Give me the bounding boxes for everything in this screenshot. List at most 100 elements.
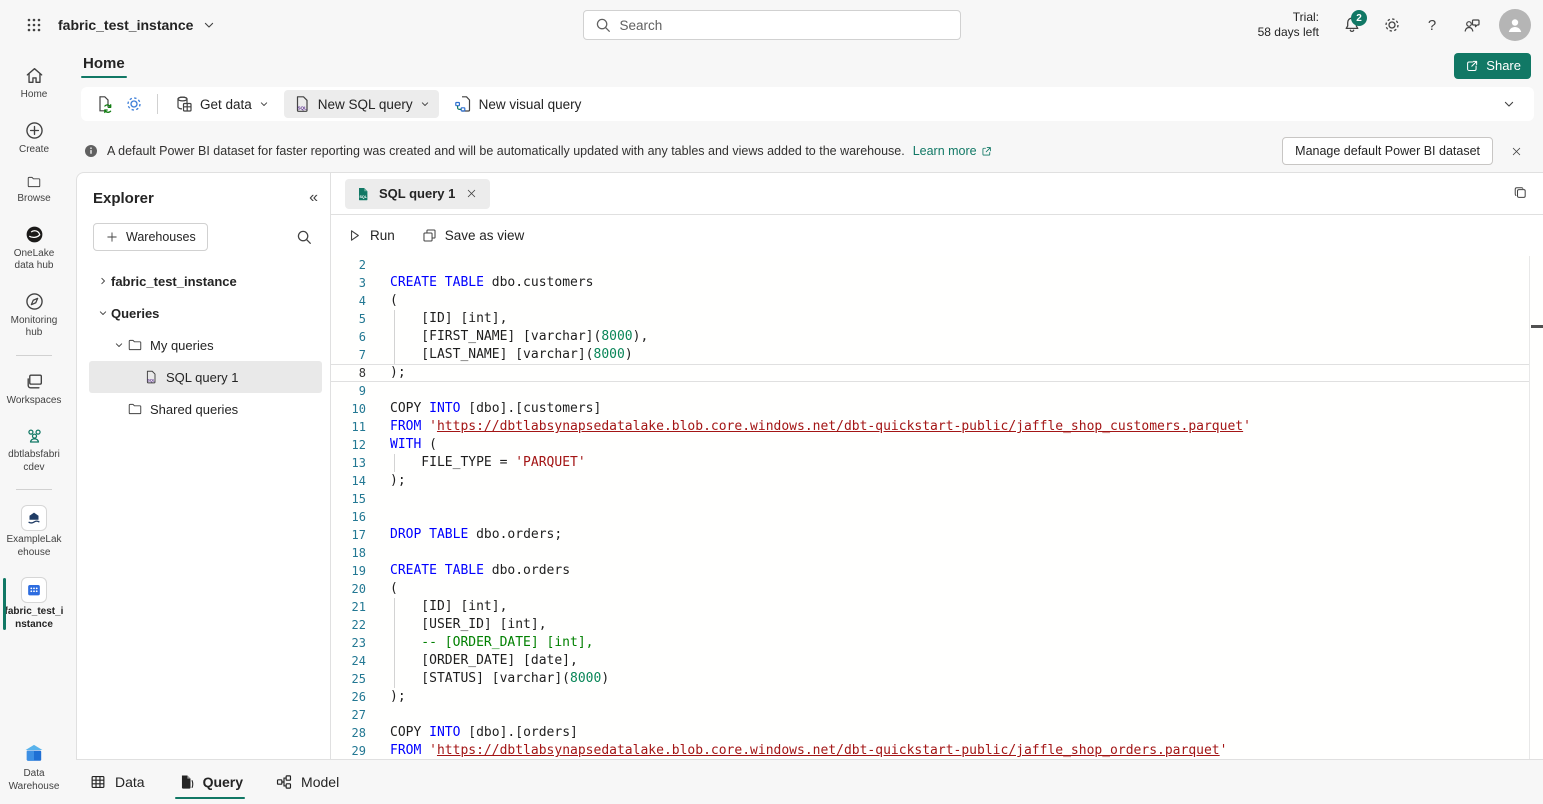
code-line-29[interactable]: 29FROM 'https://dbtlabsynapsedatalake.bl…	[331, 742, 1529, 759]
sidebar-item-fabric-test-instance[interactable]: fabric_test_instance	[0, 570, 68, 638]
line-content: FILE_TYPE = 'PARQUET'	[390, 454, 1529, 472]
tree-item-sql-query-1[interactable]: SQLSQL query 1	[89, 361, 322, 393]
code-line-23[interactable]: 23 -- [ORDER_DATE] [int],	[331, 634, 1529, 652]
code-line-22[interactable]: 22 [USER_ID] [int],	[331, 616, 1529, 634]
explorer-panel: Explorer « Warehouses fabric_test_instan…	[77, 173, 331, 759]
code-line-9[interactable]: 9	[331, 382, 1529, 400]
manage-dataset-button[interactable]: Manage default Power BI dataset	[1282, 137, 1493, 165]
view-tab-query[interactable]: Query	[175, 760, 245, 804]
view-tab-model[interactable]: Model	[273, 760, 341, 804]
code-line-5[interactable]: 5 [ID] [int],	[331, 310, 1529, 328]
notifications-button[interactable]: 2	[1335, 8, 1369, 42]
line-number: 26	[331, 688, 366, 706]
explorer-header: Explorer «	[77, 173, 330, 213]
app-launcher-icon[interactable]	[10, 1, 58, 49]
code-line-7[interactable]: 7 [LAST_NAME] [varchar](8000)	[331, 346, 1529, 364]
code-line-11[interactable]: 11FROM 'https://dbtlabsynapsedatalake.bl…	[331, 418, 1529, 436]
line-number: 19	[331, 562, 366, 580]
chevron-right-icon[interactable]	[95, 275, 111, 287]
banner-message: A default Power BI dataset for faster re…	[107, 144, 905, 158]
feedback-button[interactable]	[1455, 8, 1489, 42]
sidebar-item-examplelakehouse[interactable]: ExampleLakehouse	[0, 498, 68, 566]
code-line-21[interactable]: 21 [ID] [int],	[331, 598, 1529, 616]
plus-icon	[105, 230, 119, 244]
banner-close-button[interactable]	[1501, 136, 1531, 166]
view-tab-data[interactable]: Data	[87, 760, 147, 804]
code-line-20[interactable]: 20(	[331, 580, 1529, 598]
tree-item-fabric-test-instance[interactable]: fabric_test_instance	[89, 265, 322, 297]
code-line-24[interactable]: 24 [ORDER_DATE] [date],	[331, 652, 1529, 670]
sidebar-item-label: DataWarehouse	[9, 768, 60, 793]
folder-icon	[127, 337, 143, 353]
sidebar-item-home[interactable]: Home	[0, 58, 68, 109]
new-visual-query-button[interactable]: New visual query	[445, 90, 590, 118]
collapse-explorer-icon[interactable]: «	[309, 189, 318, 207]
overview-ruler[interactable]	[1529, 256, 1543, 759]
help-button[interactable]: ?	[1415, 8, 1449, 42]
code-editor[interactable]: 23CREATE TABLE dbo.customers4(5 [ID] [in…	[331, 256, 1543, 759]
compass-icon	[24, 291, 45, 312]
code-line-14[interactable]: 14);	[331, 472, 1529, 490]
share-button[interactable]: Share	[1454, 53, 1531, 79]
sql-doc-icon: SQL	[143, 367, 159, 387]
new-sql-query-button[interactable]: SQL New SQL query	[284, 90, 439, 118]
code-line-4[interactable]: 4(	[331, 292, 1529, 310]
tab-home[interactable]: Home	[81, 53, 127, 78]
sidebar-item-data-warehouse[interactable]: DataWarehouse	[0, 734, 68, 800]
global-search	[583, 10, 961, 40]
chevron-down-icon	[1501, 96, 1517, 112]
settings-button[interactable]	[1375, 8, 1409, 42]
code-line-27[interactable]: 27	[331, 706, 1529, 724]
code-line-16[interactable]: 16	[331, 508, 1529, 526]
code-line-18[interactable]: 18	[331, 544, 1529, 562]
line-content: (	[390, 292, 1529, 310]
collapse-ribbon-button[interactable]	[1494, 90, 1524, 118]
sidebar-item-monitoring-hub[interactable]: Monitoringhub	[0, 284, 68, 347]
tree-item-my-queries[interactable]: My queries	[89, 329, 322, 361]
code-line-13[interactable]: 13 FILE_TYPE = 'PARQUET'	[331, 454, 1529, 472]
search-input[interactable]	[620, 18, 950, 33]
workspace-switcher[interactable]: fabric_test_instance	[58, 17, 217, 33]
code-line-12[interactable]: 12WITH (	[331, 436, 1529, 454]
refresh-document-button[interactable]	[89, 90, 119, 118]
code-line-17[interactable]: 17DROP TABLE dbo.orders;	[331, 526, 1529, 544]
query-tab[interactable]: SQL SQL query 1	[345, 179, 490, 209]
toolbar: Get data SQL New SQL query New visual qu…	[81, 87, 1534, 121]
code-line-3[interactable]: 3CREATE TABLE dbo.customers	[331, 274, 1529, 292]
line-content	[390, 706, 1529, 724]
learn-more-link[interactable]: Learn more	[913, 144, 993, 158]
code-line-19[interactable]: 19CREATE TABLE dbo.orders	[331, 562, 1529, 580]
line-content: [USER_ID] [int],	[390, 616, 1529, 634]
indent-guide	[394, 310, 395, 328]
sidebar-item-create[interactable]: Create	[0, 113, 68, 164]
code-line-26[interactable]: 26);	[331, 688, 1529, 706]
code-line-25[interactable]: 25 [STATUS] [varchar](8000)	[331, 670, 1529, 688]
sidebar-item-label: Create	[19, 144, 49, 157]
run-button[interactable]: Run	[346, 227, 395, 244]
code-line-15[interactable]: 15	[331, 490, 1529, 508]
line-number: 7	[331, 346, 366, 364]
chevron-down-icon[interactable]	[95, 307, 111, 319]
add-warehouses-button[interactable]: Warehouses	[93, 223, 208, 251]
save-as-view-button[interactable]: Save as view	[421, 227, 525, 244]
code-line-6[interactable]: 6 [FIRST_NAME] [varchar](8000),	[331, 328, 1529, 346]
chevron-down-icon[interactable]	[111, 339, 127, 351]
get-data-button[interactable]: Get data	[166, 90, 278, 118]
explorer-search-button[interactable]	[290, 223, 318, 251]
people-icon	[24, 425, 45, 446]
close-tab-button[interactable]	[463, 185, 480, 202]
sidebar-item-dbtlabsfabricdev[interactable]: dbtlabsfabricdev	[0, 418, 68, 481]
sidebar-item-workspaces[interactable]: Workspaces	[0, 364, 68, 415]
copy-button[interactable]	[1512, 185, 1529, 202]
sidebar-item-browse[interactable]: Browse	[0, 167, 68, 213]
code-line-28[interactable]: 28COPY INTO [dbo].[orders]	[331, 724, 1529, 742]
code-line-10[interactable]: 10COPY INTO [dbo].[customers]	[331, 400, 1529, 418]
code-line-8[interactable]: 8);	[331, 364, 1529, 382]
sidebar-item-onelake-data-hub[interactable]: OneLakedata hub	[0, 217, 68, 280]
sidebar-item-label: ExampleLakehouse	[6, 534, 61, 559]
account-avatar[interactable]	[1499, 9, 1531, 41]
warehouse-settings-button[interactable]	[119, 90, 149, 118]
tree-item-shared-queries[interactable]: Shared queries	[89, 393, 322, 425]
code-line-2[interactable]: 2	[331, 256, 1529, 274]
tree-item-queries[interactable]: Queries	[89, 297, 322, 329]
